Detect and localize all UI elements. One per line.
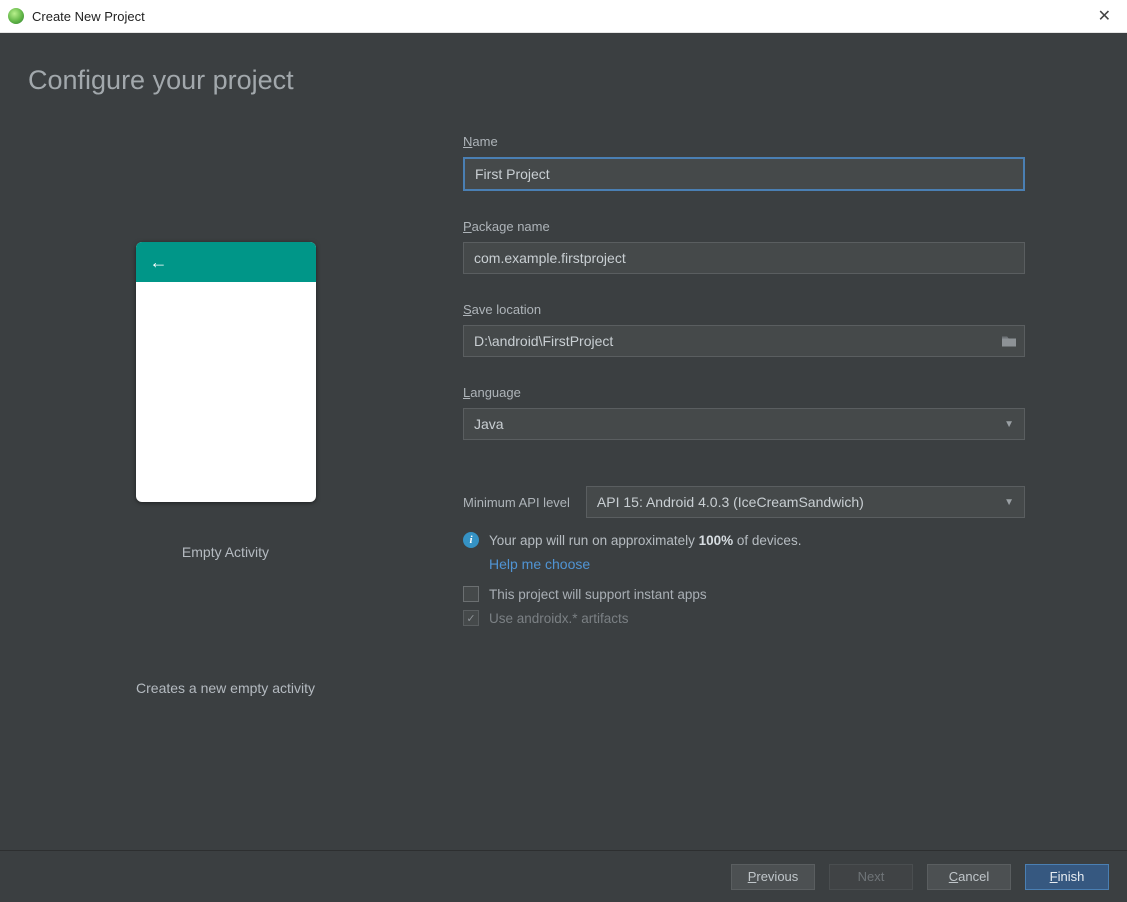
titlebar: Create New Project ✕ (0, 0, 1127, 33)
api-level-value: API 15: Android 4.0.3 (IceCreamSandwich) (597, 494, 864, 510)
instant-apps-checkbox[interactable] (463, 586, 479, 602)
language-select[interactable]: Java ▼ (463, 408, 1025, 440)
preview-template-description: Creates a new empty activity (136, 680, 315, 696)
window-title: Create New Project (32, 9, 1092, 24)
chevron-down-icon: ▼ (1004, 419, 1014, 430)
next-button: Next (829, 864, 913, 890)
info-icon: i (463, 532, 479, 548)
language-value: Java (474, 416, 504, 432)
instant-apps-checkbox-row[interactable]: This project will support instant apps (463, 586, 1025, 602)
chevron-down-icon: ▼ (1004, 497, 1014, 508)
form-column: Name Package name Save location Language (463, 134, 1099, 696)
browse-folder-icon[interactable] (1001, 335, 1017, 348)
finish-button[interactable]: Finish (1025, 864, 1109, 890)
api-level-label: Minimum API level (463, 495, 570, 510)
android-studio-icon (8, 8, 24, 24)
language-label: Language (463, 385, 1025, 400)
api-level-select[interactable]: API 15: Android 4.0.3 (IceCreamSandwich)… (586, 486, 1025, 518)
androidx-label: Use androidx.* artifacts (489, 611, 629, 626)
previous-button[interactable]: Previous (731, 864, 815, 890)
androidx-checkbox: ✓ (463, 610, 479, 626)
androidx-checkbox-row: ✓ Use androidx.* artifacts (463, 610, 1025, 626)
name-input[interactable] (463, 157, 1025, 191)
dialog-content: Configure your project ← Empty Activity … (0, 33, 1127, 902)
back-arrow-icon: ← (150, 252, 168, 273)
device-coverage-text: Your app will run on approximately 100% … (489, 533, 801, 548)
preview-appbar: ← (136, 242, 316, 282)
save-location-input[interactable] (463, 325, 1025, 357)
create-project-dialog: Create New Project ✕ Configure your proj… (0, 0, 1127, 902)
package-input[interactable] (463, 242, 1025, 274)
preview-template-name: Empty Activity (182, 544, 269, 560)
close-icon[interactable]: ✕ (1092, 4, 1117, 28)
help-me-choose-link[interactable]: Help me choose (489, 556, 590, 572)
activity-preview: ← (136, 242, 316, 502)
device-coverage-info: i Your app will run on approximately 100… (463, 532, 1025, 548)
cancel-button[interactable]: Cancel (927, 864, 1011, 890)
page-title: Configure your project (28, 65, 1099, 96)
preview-column: ← Empty Activity Creates a new empty act… (28, 134, 423, 696)
name-label: Name (463, 134, 1025, 149)
wizard-footer: Previous Next Cancel Finish (0, 850, 1127, 902)
package-label: Package name (463, 219, 1025, 234)
instant-apps-label: This project will support instant apps (489, 587, 707, 602)
save-location-label: Save location (463, 302, 1025, 317)
